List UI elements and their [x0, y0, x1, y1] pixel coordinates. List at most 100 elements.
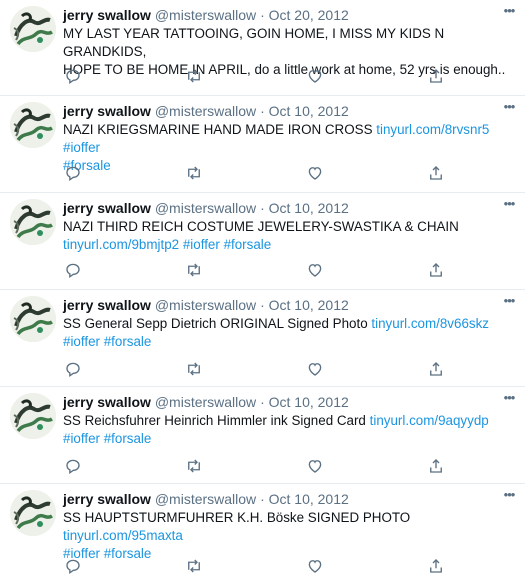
share-icon[interactable]	[426, 260, 446, 280]
share-icon[interactable]	[426, 66, 446, 86]
author-name[interactable]: jerry swallow	[63, 7, 151, 23]
avatar[interactable]	[10, 490, 56, 536]
retweet-icon[interactable]	[184, 456, 204, 476]
tweet-header: jerry swallow @misterswallow · Oct 10, 2…	[63, 393, 485, 411]
reply-icon[interactable]	[63, 260, 83, 280]
author-handle[interactable]: @misterswallow	[155, 7, 256, 23]
share-icon[interactable]	[426, 556, 446, 576]
tweet-header: jerry swallow @misterswallow · Oct 10, 2…	[63, 490, 485, 508]
reply-icon[interactable]	[63, 163, 83, 183]
tweet-header: jerry swallow @misterswallow · Oct 10, 2…	[63, 102, 485, 120]
tweet-link[interactable]: tinyurl.com/9aqyydp	[370, 413, 489, 428]
separator-dot: ·	[260, 103, 265, 119]
more-options-icon[interactable]: •••	[499, 4, 519, 20]
tweet-header: jerry swallow @misterswallow · Oct 20, 2…	[63, 6, 485, 24]
share-icon[interactable]	[426, 359, 446, 379]
tweet[interactable]: jerry swallow @misterswallow · Oct 10, 2…	[0, 484, 525, 579]
tweet-line: SS HAUPTSTURMFUHRER K.H. Böske SIGNED PH…	[63, 510, 411, 543]
avatar[interactable]	[10, 296, 56, 342]
tweet-actions	[63, 359, 453, 379]
hashtag-link[interactable]: #forsale	[104, 431, 152, 446]
tweet-line: MY LAST YEAR TATTOOING, GOIN HOME, I MIS…	[63, 26, 445, 59]
author-handle[interactable]: @misterswallow	[155, 297, 256, 313]
like-icon[interactable]	[305, 163, 325, 183]
tweet-link[interactable]: tinyurl.com/95maxta	[63, 528, 183, 543]
tweet-text: SS HAUPTSTURMFUHRER K.H. Böske SIGNED PH…	[63, 509, 509, 563]
hashtag-link[interactable]: #forsale	[104, 334, 152, 349]
tweet-link[interactable]: tinyurl.com/8v66skz	[371, 316, 489, 331]
hashtag-link[interactable]: #ioffer	[63, 334, 100, 349]
more-options-icon[interactable]: •••	[499, 294, 519, 310]
tweet-line: SS General Sepp Dietrich ORIGINAL Signed…	[63, 316, 489, 331]
author-handle[interactable]: @misterswallow	[155, 491, 256, 507]
retweet-icon[interactable]	[184, 66, 204, 86]
share-icon[interactable]	[426, 456, 446, 476]
author-name[interactable]: jerry swallow	[63, 200, 151, 216]
tweet[interactable]: jerry swallow @misterswallow · Oct 10, 2…	[0, 290, 525, 387]
retweet-icon[interactable]	[184, 359, 204, 379]
author-name[interactable]: jerry swallow	[63, 491, 151, 507]
more-options-icon[interactable]: •••	[499, 488, 519, 504]
avatar[interactable]	[10, 199, 56, 245]
separator-dot: ·	[260, 7, 265, 23]
retweet-icon[interactable]	[184, 163, 204, 183]
avatar[interactable]	[10, 102, 56, 148]
tweet-line: SS Reichsfuhrer Heinrich Himmler ink Sig…	[63, 413, 489, 428]
hashtag-link[interactable]: #ioffer	[63, 431, 100, 446]
tweet-link[interactable]: tinyurl.com/8rvsnr5	[376, 122, 489, 137]
more-options-icon[interactable]: •••	[499, 391, 519, 407]
tweet-date[interactable]: Oct 20, 2012	[269, 7, 349, 23]
author-name[interactable]: jerry swallow	[63, 103, 151, 119]
like-icon[interactable]	[305, 260, 325, 280]
tweet-header: jerry swallow @misterswallow · Oct 10, 2…	[63, 199, 485, 217]
tweet-actions	[63, 456, 453, 476]
tweet[interactable]: jerry swallow @misterswallow · Oct 10, 2…	[0, 387, 525, 484]
tweet[interactable]: jerry swallow @misterswallow · Oct 10, 2…	[0, 193, 525, 290]
tweet-date[interactable]: Oct 10, 2012	[269, 200, 349, 216]
tweet-date[interactable]: Oct 10, 2012	[269, 394, 349, 410]
separator-dot: ·	[260, 394, 265, 410]
hashtag-link[interactable]: #forsale	[224, 237, 272, 252]
retweet-icon[interactable]	[184, 260, 204, 280]
retweet-icon[interactable]	[184, 556, 204, 576]
author-handle[interactable]: @misterswallow	[155, 394, 256, 410]
reply-icon[interactable]	[63, 66, 83, 86]
tweet-actions	[63, 66, 453, 86]
reply-icon[interactable]	[63, 556, 83, 576]
tweet-text: SS Reichsfuhrer Heinrich Himmler ink Sig…	[63, 412, 509, 448]
tweet-line: #ioffer #forsale	[63, 430, 509, 448]
reply-icon[interactable]	[63, 359, 83, 379]
tweet-date[interactable]: Oct 10, 2012	[269, 491, 349, 507]
author-handle[interactable]: @misterswallow	[155, 200, 256, 216]
author-handle[interactable]: @misterswallow	[155, 103, 256, 119]
tweet-line: #ioffer #forsale	[63, 333, 509, 351]
reply-icon[interactable]	[63, 456, 83, 476]
like-icon[interactable]	[305, 66, 325, 86]
tweet-link[interactable]: tinyurl.com/9bmjtp2	[63, 237, 179, 252]
avatar[interactable]	[10, 6, 56, 52]
separator-dot: ·	[260, 491, 265, 507]
tweet[interactable]: jerry swallow @misterswallow · Oct 20, 2…	[0, 0, 525, 96]
separator-dot: ·	[260, 297, 265, 313]
author-name[interactable]: jerry swallow	[63, 297, 151, 313]
tweet-text: SS General Sepp Dietrich ORIGINAL Signed…	[63, 315, 509, 351]
tweet-line: tinyurl.com/9bmjtp2 #ioffer #forsale	[63, 236, 509, 254]
share-icon[interactable]	[426, 163, 446, 183]
hashtag-link[interactable]: #ioffer	[183, 237, 220, 252]
avatar[interactable]	[10, 393, 56, 439]
tweet-date[interactable]: Oct 10, 2012	[269, 103, 349, 119]
hashtag-link[interactable]: #ioffer	[63, 140, 100, 155]
tweet-line: NAZI KRIEGSMARINE HAND MADE IRON CROSS t…	[63, 122, 490, 155]
tweet-text: NAZI THIRD REICH COSTUME JEWELERY-SWASTI…	[63, 218, 509, 254]
like-icon[interactable]	[305, 556, 325, 576]
like-icon[interactable]	[305, 359, 325, 379]
tweet[interactable]: jerry swallow @misterswallow · Oct 10, 2…	[0, 96, 525, 193]
tweet-date[interactable]: Oct 10, 2012	[269, 297, 349, 313]
more-options-icon[interactable]: •••	[499, 197, 519, 213]
author-name[interactable]: jerry swallow	[63, 394, 151, 410]
tweet-actions	[63, 556, 453, 576]
tweet-actions	[63, 163, 453, 183]
separator-dot: ·	[260, 200, 265, 216]
like-icon[interactable]	[305, 456, 325, 476]
more-options-icon[interactable]: •••	[499, 100, 519, 116]
